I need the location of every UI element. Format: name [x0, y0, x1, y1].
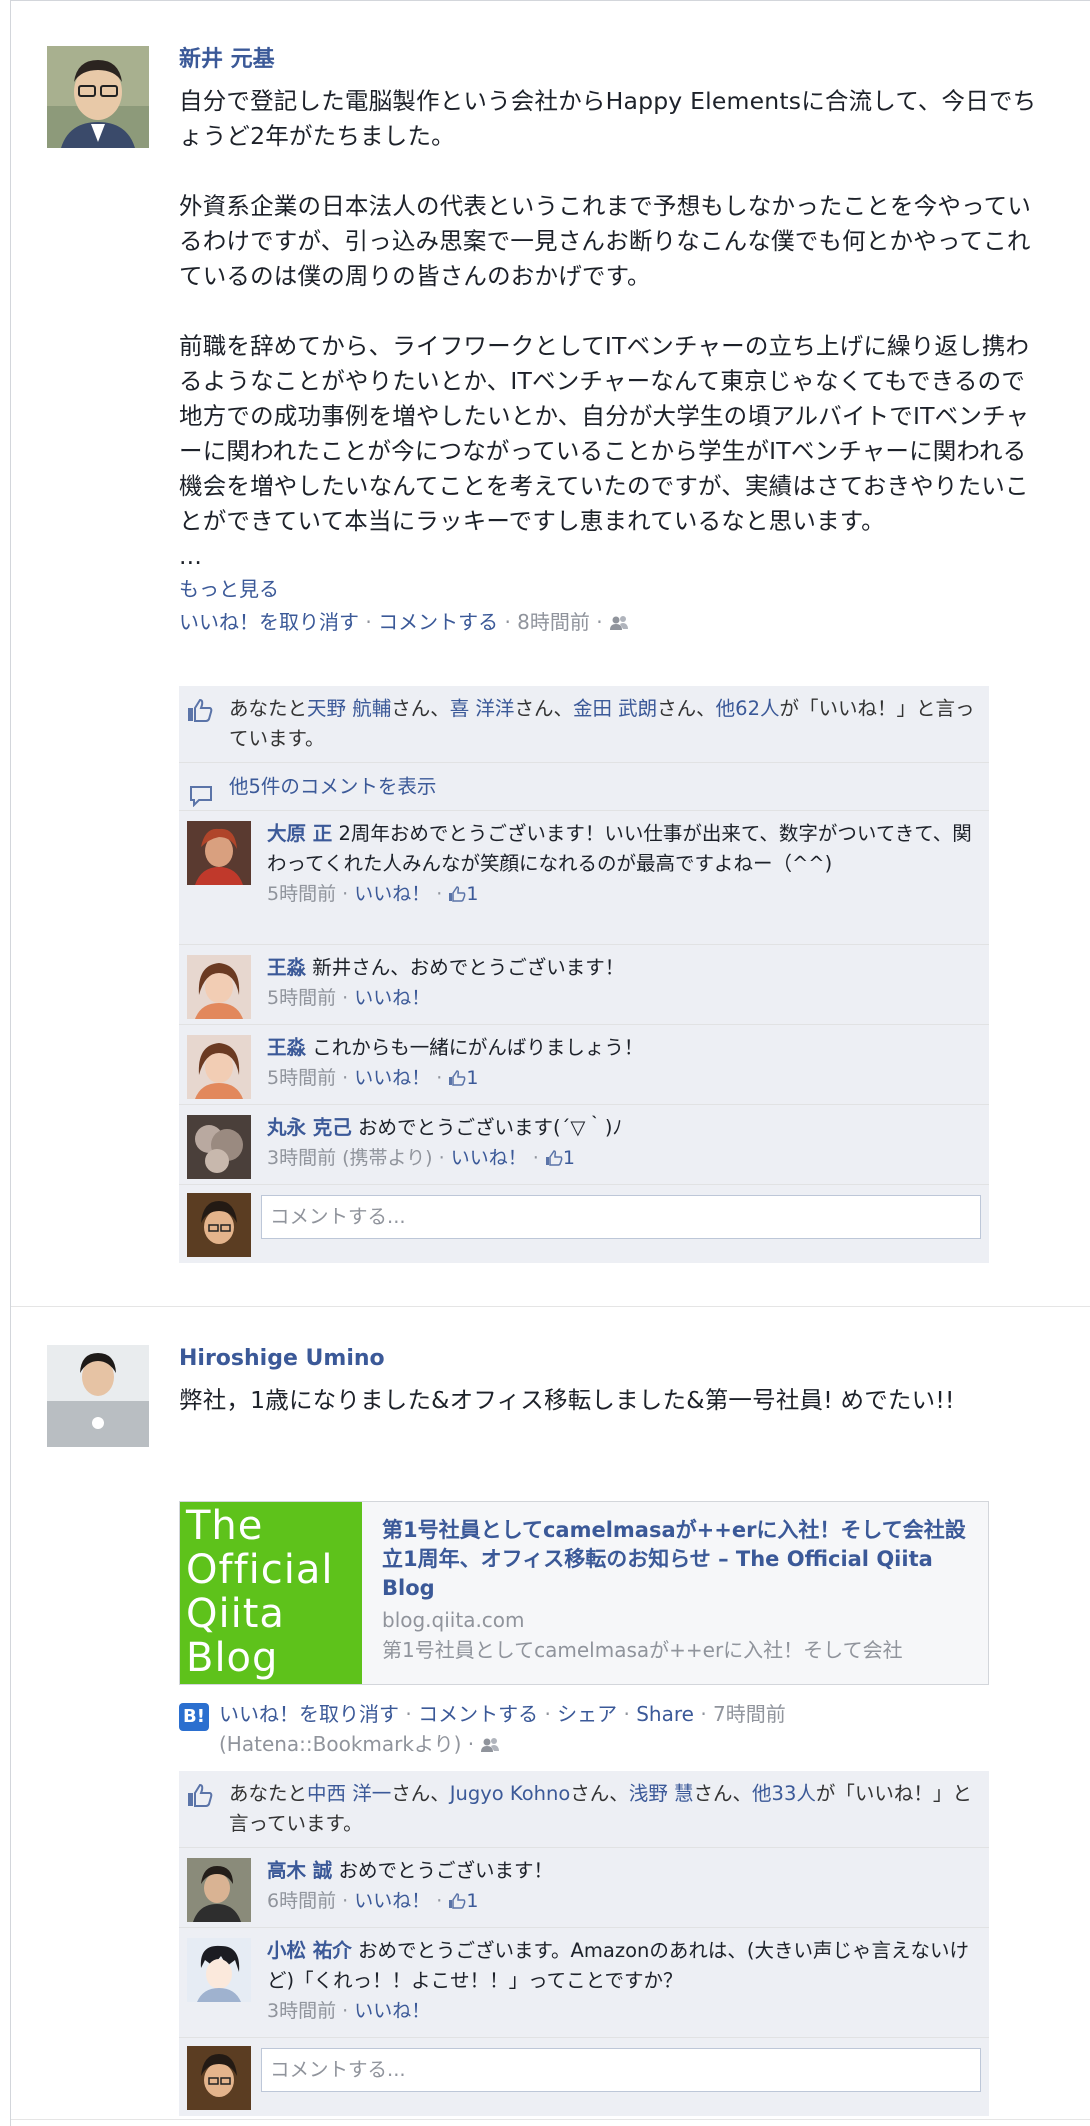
- comment-text: おめでとうございます(´▽｀)ﾉ: [358, 1116, 623, 1139]
- commenter-avatar[interactable]: [187, 821, 251, 885]
- comment-meta: 5時間前 · いいね！: [267, 987, 431, 1009]
- comment-text: これからも一緒にがんばりましょう！: [312, 1036, 644, 1059]
- commenter-name[interactable]: 小松 祐介: [267, 1939, 352, 1962]
- see-more-link[interactable]: もっと見る: [179, 574, 1037, 604]
- link-host: blog.qiita.com: [382, 1608, 525, 1632]
- comment-meta: 3時間前 (携帯より) · いいね！ · 1: [267, 1143, 979, 1175]
- liker-link[interactable]: 金田 武朗: [573, 697, 657, 720]
- comment-meta: 3時間前 · いいね！: [267, 2000, 431, 2022]
- post-timestamp[interactable]: 8時間前: [517, 610, 590, 634]
- comment-meta: 5時間前 · いいね！ · 1: [267, 1063, 979, 1095]
- author-name[interactable]: Hiroshige Umino: [179, 1345, 1037, 1373]
- comment: 王淼 新井さん、おめでとうございます！ 5時間前 · いいね！: [179, 945, 989, 1025]
- author-avatar[interactable]: [47, 1345, 149, 1447]
- comment: 王淼 これからも一緒にがんばりましょう！ 5時間前 · いいね！ · 1: [179, 1025, 989, 1105]
- liker-link[interactable]: 喜 洋洋: [450, 697, 515, 720]
- comment-text: 2周年おめでとうございます！いい仕事が出来て、数字がついてきて、関わってくれた人…: [267, 822, 972, 875]
- liker-link[interactable]: 浅野 慧: [629, 1782, 694, 1805]
- comment-meta: 6時間前 · いいね！ · 1: [267, 1886, 979, 1918]
- comment-like-link[interactable]: いいね！: [451, 1147, 527, 1169]
- likes-summary: あなたと天野 航輔さん、喜 洋洋さん、金田 武朗さん、他62人が「いいね！」と言…: [179, 686, 989, 763]
- news-feed: 新井 元基 自分で登記した電脳製作という会社からHappy Elementsに合…: [10, 0, 1090, 2126]
- commenter-name[interactable]: 王淼: [267, 956, 306, 979]
- other-likers-link[interactable]: 他33人: [752, 1782, 816, 1805]
- comment-like-count[interactable]: 1: [545, 1147, 575, 1169]
- thumbs-up-icon: [545, 1145, 563, 1175]
- comment: 丸永 克己 おめでとうございます(´▽｀)ﾉ 3時間前 (携帯より) · いいね…: [179, 1105, 989, 1185]
- share-link[interactable]: シェア: [557, 1702, 617, 1726]
- thumbs-up-icon: [187, 698, 213, 731]
- commenter-avatar[interactable]: [187, 1035, 251, 1099]
- audience-friends-icon[interactable]: [609, 608, 629, 640]
- comment-text: 新井さん、おめでとうございます！: [312, 956, 625, 979]
- post-message: 弊社，1歳になりました&オフィス移転しました&第一号社員! めでたい!!: [179, 1386, 955, 1414]
- comment-like-count[interactable]: 1: [448, 1890, 478, 1912]
- comment: 小松 祐介 おめでとうございます。Amazonのあれは、(大きい声じゃ言えないけ…: [179, 1928, 989, 2038]
- likes-summary: あなたと中西 洋一さん、Jugyo Kohnoさん、浅野 慧さん、他33人が「い…: [179, 1771, 989, 1848]
- view-more-comments[interactable]: 他5件のコメントを表示: [179, 763, 989, 811]
- link-description: 第1号社員としてcamelmasaが++erに入社！そして会社: [382, 1638, 903, 1662]
- unlike-link[interactable]: いいね！を取り消す: [179, 610, 359, 634]
- comment-link[interactable]: コメントする: [378, 610, 498, 634]
- comment-composer: コメントする...: [179, 2038, 989, 2116]
- comment-text: おめでとうございます！: [338, 1859, 554, 1882]
- author-avatar[interactable]: [47, 46, 149, 148]
- liker-link[interactable]: Jugyo Kohno: [450, 1782, 571, 1805]
- thumbs-up-icon: [448, 1888, 466, 1918]
- comment-like-link[interactable]: いいね！: [354, 1890, 430, 1912]
- comment-meta: 5時間前 · いいね！ · 1: [267, 879, 979, 911]
- comment-text: おめでとうございます。Amazonのあれは、(大きい声じゃ言えないけど)「くれっ…: [267, 1939, 969, 1992]
- commenter-name[interactable]: 王淼: [267, 1036, 306, 1059]
- comment: 大原 正 2周年おめでとうございます！いい仕事が出来て、数字がついてきて、関わっ…: [179, 811, 989, 945]
- post-timestamp[interactable]: 7時間前: [713, 1702, 786, 1726]
- viewer-avatar: [187, 2046, 251, 2110]
- comment-like-link[interactable]: いいね！: [354, 2000, 430, 2022]
- comment-input[interactable]: コメントする...: [261, 1195, 981, 1239]
- comment-composer: コメントする...: [179, 1185, 989, 1263]
- link-thumbnail[interactable]: The Official Qiita Blog: [180, 1502, 362, 1684]
- post-actions: いいね！を取り消す · コメントする · 8時間前 ·: [179, 606, 1037, 640]
- author-name[interactable]: 新井 元基: [179, 46, 1037, 74]
- commenter-name[interactable]: 丸永 克己: [267, 1116, 352, 1139]
- liker-link[interactable]: 天野 航輔: [307, 697, 391, 720]
- thumbs-up-icon: [448, 1065, 466, 1095]
- liker-link[interactable]: 中西 洋一: [307, 1782, 391, 1805]
- share-app-link[interactable]: Share: [636, 1702, 694, 1726]
- unlike-link[interactable]: いいね！を取り消す: [219, 1702, 399, 1726]
- via-app[interactable]: (Hatena::Bookmarkより): [219, 1732, 461, 1756]
- comment-like-count[interactable]: 1: [448, 1067, 478, 1089]
- comment-input[interactable]: コメントする...: [261, 2048, 981, 2092]
- comments-block: あなたと中西 洋一さん、Jugyo Kohnoさん、浅野 慧さん、他33人が「い…: [179, 1771, 989, 2116]
- comment: 高木 誠 おめでとうございます！ 6時間前 · いいね！ · 1: [179, 1848, 989, 1928]
- hatena-bookmark-icon[interactable]: B!: [179, 1703, 209, 1731]
- commenter-avatar[interactable]: [187, 955, 251, 1019]
- thumbs-up-icon: [448, 881, 466, 911]
- comment-link[interactable]: コメントする: [418, 1702, 538, 1726]
- link-title[interactable]: 第1号社員としてcamelmasaが++erに入社！そして会社設立1周年、オフィ…: [382, 1516, 976, 1603]
- post-actions: B! いいね！を取り消す · コメントする · シェア · Share · 7時…: [179, 1699, 999, 1761]
- post-message: 自分で登記した電脳製作という会社からHappy Elementsに合流して、今日…: [179, 87, 1037, 570]
- commenter-name[interactable]: 大原 正: [267, 822, 332, 845]
- comment-like-link[interactable]: いいね！: [354, 987, 430, 1009]
- commenter-avatar[interactable]: [187, 1938, 251, 2002]
- other-likers-link[interactable]: 他62人: [716, 697, 780, 720]
- audience-friends-icon[interactable]: [480, 1731, 500, 1761]
- link-thumbnail-text: The Official Qiita Blog: [186, 1503, 334, 1681]
- commenter-avatar[interactable]: [187, 1115, 251, 1179]
- view-more-comments-label[interactable]: 他5件のコメントを表示: [229, 775, 436, 798]
- comment-like-link[interactable]: いいね！: [354, 1067, 430, 1089]
- commenter-name[interactable]: 高木 誠: [267, 1859, 332, 1882]
- thumbs-up-icon: [187, 1783, 213, 1816]
- commenter-avatar[interactable]: [187, 1858, 251, 1922]
- viewer-avatar: [187, 1193, 251, 1257]
- comment-like-link[interactable]: いいね！: [354, 883, 430, 905]
- comment-like-count[interactable]: 1: [448, 883, 478, 905]
- story-divider: [11, 2119, 1090, 2120]
- shared-link-card[interactable]: The Official Qiita Blog 第1号社員としてcamelmas…: [179, 1501, 989, 1685]
- story-divider: [11, 1306, 1090, 1307]
- comments-block: あなたと天野 航輔さん、喜 洋洋さん、金田 武朗さん、他62人が「いいね！」と言…: [179, 686, 989, 1263]
